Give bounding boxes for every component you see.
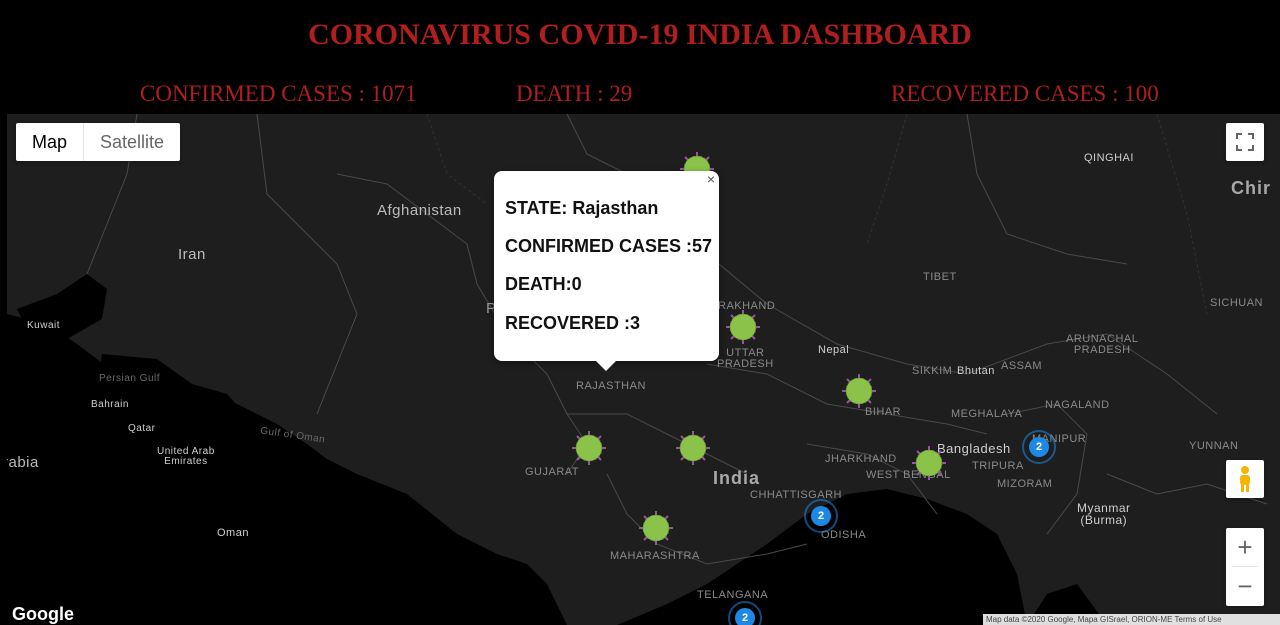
label-bhutan: Bhutan [957,365,995,377]
google-logo: Google [12,604,74,624]
label-qinghai: QINGHAI [1084,152,1134,164]
label-qatar: Qatar [128,423,156,434]
cluster-marker[interactable]: 2 [1022,430,1056,464]
info-window: × STATE: Rajasthan CONFIRMED CASES :57 D… [494,171,719,371]
cluster-marker[interactable]: 2 [804,499,838,533]
label-arabia: rabia [7,454,39,471]
virus-marker-icon[interactable] [842,374,876,408]
map-type-satellite-button[interactable]: Satellite [83,123,180,161]
popup-death: DEATH:0 [505,274,582,294]
map-type-map-button[interactable]: Map [16,123,83,161]
zoom-out-button[interactable]: − [1226,567,1264,605]
label-myanmar: Myanmar (Burma) [1077,501,1131,527]
label-mizoram: MIZORAM [997,478,1053,490]
zoom-in-button[interactable]: + [1226,528,1264,566]
label-meghalaya: MEGHALAYA [951,408,1023,420]
label-sikkim: SIKKIM [912,365,953,377]
label-maharashtra: MAHARASHTRA [610,550,700,562]
label-rajasthan: RAJASTHAN [576,380,646,392]
confirmed-cases-stat: CONFIRMED CASES : 1071 [140,81,417,106]
cluster-marker[interactable]: 2 [728,601,762,625]
virus-marker-icon[interactable] [676,431,710,465]
page-title: CORONAVIRUS COVID-19 INDIA DASHBOARD [308,18,972,51]
label-kuwait: Kuwait [27,320,61,331]
label-telangana: TELANGANA [697,589,769,601]
fullscreen-icon [1236,133,1254,151]
label-nagaland: NAGALAND [1045,399,1110,411]
label-persian-gulf: Persian Gulf [99,373,161,384]
virus-marker-icon[interactable] [639,511,673,545]
label-china: Chir [1231,178,1271,198]
recovered-cases-stat: RECOVERED CASES : 100 [891,81,1159,106]
label-sichuan: SICHUAN [1210,297,1264,309]
zoom-control: + − [1226,528,1264,606]
label-uae: United Arab Emirates [157,446,215,467]
label-iran: Iran [178,246,206,263]
map-attribution[interactable]: Map data ©2020 Google, Mapa GISrael, ORI… [983,614,1280,625]
popup-confirmed: CONFIRMED CASES :57 [505,236,713,256]
map-type-control: Map Satellite [16,123,181,161]
virus-marker-icon[interactable] [572,431,606,465]
label-bahrain: Bahrain [91,399,129,410]
label-tibet: TIBET [923,271,957,283]
label-afghanistan: Afghanistan [377,202,462,219]
label-oman: Oman [217,527,249,539]
close-icon[interactable]: × [707,171,715,187]
label-bangladesh: Bangladesh [937,441,1011,456]
label-nepal: Nepal [818,344,850,356]
popup-recovered: RECOVERED :3 [505,313,641,333]
virus-marker-icon[interactable] [912,446,946,480]
covid-map[interactable]: QINGHAI Chir Afghanistan Iran TIBET SICH… [7,114,1280,625]
death-stat: DEATH : 29 [516,81,633,106]
fullscreen-button[interactable] [1226,123,1264,161]
label-arunachal-pradesh: ARUNACHAL PRADESH [1066,333,1139,356]
pegman-icon [1240,466,1250,492]
street-view-button[interactable] [1226,460,1264,498]
label-gujarat: GUJARAT [525,466,580,478]
label-assam: ASSAM [1001,360,1043,372]
label-tripura: TRIPURA [972,460,1024,472]
label-yunnan: YUNNAN [1189,440,1239,452]
label-india: India [713,468,761,488]
label-uttar-pradesh: UTTAR PRADESH [717,347,774,370]
popup-state: STATE: Rajasthan [505,198,659,218]
virus-marker-icon[interactable] [726,310,760,344]
label-jharkhand: JHARKHAND [825,453,897,465]
